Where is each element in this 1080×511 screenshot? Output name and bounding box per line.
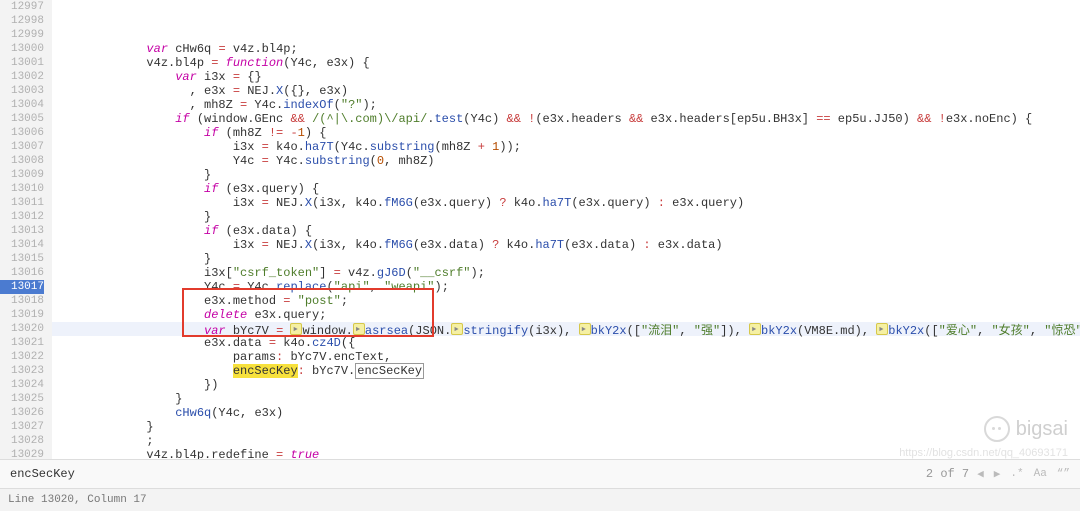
code-line[interactable]: if (e3x.query) {: [52, 182, 1080, 196]
status-bar: Line 13020, Column 17: [0, 488, 1080, 511]
search-match-count: 2 of 7: [926, 467, 969, 481]
line-number: 12997: [0, 0, 44, 14]
line-number: 13013: [0, 224, 44, 238]
code-line[interactable]: i3x = k4o.ha7T(Y4c.substring(mh8Z + 1));: [52, 140, 1080, 154]
line-number: 13025: [0, 392, 44, 406]
line-number: 13016: [0, 266, 44, 280]
code-line[interactable]: Y4c = Y4c.replace("api", "weapi");: [52, 280, 1080, 294]
line-number: 13012: [0, 210, 44, 224]
line-number: 13026: [0, 406, 44, 420]
line-number: 13007: [0, 140, 44, 154]
line-number: 13009: [0, 168, 44, 182]
line-number: 12999: [0, 28, 44, 42]
code-line[interactable]: , e3x = NEJ.X({}, e3x): [52, 84, 1080, 98]
code-line[interactable]: }): [52, 378, 1080, 392]
code-line[interactable]: }: [52, 210, 1080, 224]
code-area[interactable]: 1299712998129991300013001130021300313004…: [0, 0, 1080, 459]
status-cursor: Line 13020, Column 17: [8, 494, 147, 506]
line-number: 13011: [0, 196, 44, 210]
search-prev-icon[interactable]: ◀: [975, 467, 986, 481]
search-meta: 2 of 7 ◀ ▶ .* Aa “”: [926, 467, 1072, 481]
line-number: 13008: [0, 154, 44, 168]
fold-pip-icon[interactable]: [876, 323, 888, 335]
line-number: 13022: [0, 350, 44, 364]
code-line[interactable]: if (e3x.data) {: [52, 224, 1080, 238]
line-number: 13014: [0, 238, 44, 252]
fold-pip-icon[interactable]: [290, 323, 302, 335]
code-line[interactable]: }: [52, 168, 1080, 182]
search-case-toggle[interactable]: Aa: [1032, 468, 1049, 480]
code-line[interactable]: var cHw6q = v4z.bl4p;: [52, 42, 1080, 56]
line-number: 12998: [0, 14, 44, 28]
code-line[interactable]: if (window.GEnc && /(^|\.com)\/api/.test…: [52, 112, 1080, 126]
code-line[interactable]: }: [52, 252, 1080, 266]
code-line[interactable]: params: bYc7V.encText,: [52, 350, 1080, 364]
code-line[interactable]: v4z.bl4p.redefine = true: [52, 448, 1080, 459]
line-number: 13029: [0, 448, 44, 459]
line-number: 13001: [0, 56, 44, 70]
line-number: 13018: [0, 294, 44, 308]
line-number: 13015: [0, 252, 44, 266]
code-line[interactable]: i3x = NEJ.X(i3x, k4o.fM6G(e3x.data) ? k4…: [52, 238, 1080, 252]
line-number: 13023: [0, 364, 44, 378]
code-line[interactable]: e3x.data = k4o.cz4D({: [52, 336, 1080, 350]
fold-pip-icon[interactable]: [579, 323, 591, 335]
line-number: 13004: [0, 98, 44, 112]
search-next-icon[interactable]: ▶: [992, 467, 1003, 481]
line-number: 13024: [0, 378, 44, 392]
code-line[interactable]: , mh8Z = Y4c.indexOf("?");: [52, 98, 1080, 112]
code-line[interactable]: encSecKey: bYc7V.encSecKey: [52, 364, 1080, 378]
line-number: 13028: [0, 434, 44, 448]
line-number: 13006: [0, 126, 44, 140]
line-number: 13010: [0, 182, 44, 196]
line-number: 13005: [0, 112, 44, 126]
line-number: 13017: [0, 280, 44, 294]
line-number: 13000: [0, 42, 44, 56]
code-line[interactable]: if (mh8Z != -1) {: [52, 126, 1080, 140]
code-line[interactable]: var bYc7V = window.asrsea(JSON.stringify…: [52, 322, 1080, 336]
line-number: 13002: [0, 70, 44, 84]
code-line[interactable]: var i3x = {}: [52, 70, 1080, 84]
code-line[interactable]: Y4c = Y4c.substring(0, mh8Z): [52, 154, 1080, 168]
code-line[interactable]: i3x = NEJ.X(i3x, k4o.fM6G(e3x.query) ? k…: [52, 196, 1080, 210]
fold-pip-icon[interactable]: [749, 323, 761, 335]
code-line[interactable]: ;: [52, 434, 1080, 448]
code-line[interactable]: delete e3x.query;: [52, 308, 1080, 322]
code-line[interactable]: }: [52, 392, 1080, 406]
line-number: 13027: [0, 420, 44, 434]
code-line[interactable]: }: [52, 420, 1080, 434]
search-regex-toggle[interactable]: .*: [1008, 468, 1025, 480]
line-number-gutter: 1299712998129991300013001130021300313004…: [0, 0, 52, 459]
search-input[interactable]: [8, 466, 926, 482]
line-number: 13019: [0, 308, 44, 322]
code-editor: 1299712998129991300013001130021300313004…: [0, 0, 1080, 511]
code-content[interactable]: var cHw6q = v4z.bl4p; v4z.bl4p = functio…: [52, 0, 1080, 459]
search-bar: 2 of 7 ◀ ▶ .* Aa “”: [0, 459, 1080, 488]
fold-pip-icon[interactable]: [353, 323, 365, 335]
code-line[interactable]: v4z.bl4p = function(Y4c, e3x) {: [52, 56, 1080, 70]
code-line[interactable]: cHw6q(Y4c, e3x): [52, 406, 1080, 420]
code-line[interactable]: e3x.method = "post";: [52, 294, 1080, 308]
line-number: 13003: [0, 84, 44, 98]
line-number: 13021: [0, 336, 44, 350]
search-word-toggle[interactable]: “”: [1055, 468, 1072, 480]
fold-pip-icon[interactable]: [451, 323, 463, 335]
line-number: 13020: [0, 322, 44, 336]
code-line[interactable]: i3x["csrf_token"] = v4z.gJ6D("__csrf");: [52, 266, 1080, 280]
